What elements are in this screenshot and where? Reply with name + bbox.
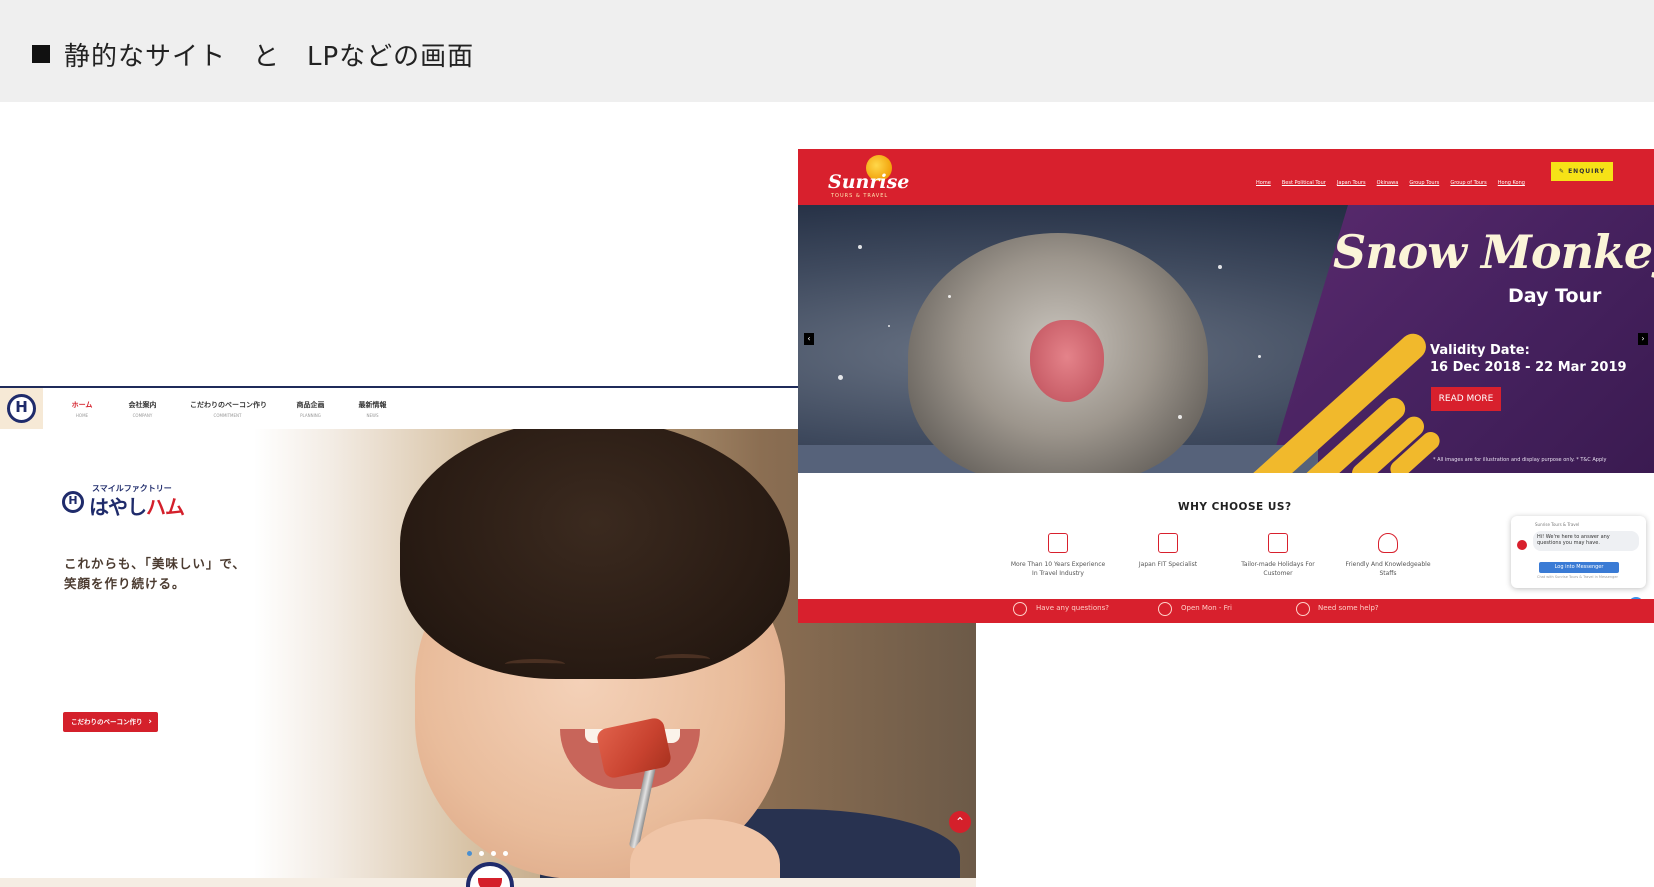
monkey-face-image <box>1030 320 1104 402</box>
snowflake <box>1218 265 1222 269</box>
footer-hours: Open Mon - Fri <box>1181 604 1232 612</box>
nav-link[interactable]: Best Political Tour <box>1282 180 1326 186</box>
read-more-button[interactable]: READ MORE <box>1431 387 1501 411</box>
nav-link[interactable]: Okinawa <box>1377 180 1399 186</box>
feature-tailor-made: Tailor-made Holidays For Customer <box>1228 533 1328 578</box>
snowflake <box>1178 415 1182 419</box>
nav-link[interactable]: Group of Tours <box>1450 180 1486 186</box>
chat-avatar <box>1517 540 1527 550</box>
child-photo-eye <box>655 654 710 664</box>
ham-navbar: H ホーム HOME 会社案内 COMPANY こだわりのベーコン作り COMMITM… <box>0 388 800 429</box>
commitment-cta-button[interactable]: こだわりのベーコン作り › <box>63 712 158 732</box>
page-title: 静的なサイト と LPなどの画面 <box>64 42 475 72</box>
messenger-chat-widget: Sunrise Tours & Travel Hi! We're here to… <box>1511 516 1646 588</box>
mail-icon <box>1296 602 1310 616</box>
footer-help[interactable]: Need some help? <box>1318 604 1379 612</box>
sun-nav-links: Home Best Political Tour Japan Tours Oki… <box>1256 169 1531 188</box>
snowflake <box>1258 355 1261 358</box>
sun-navbar: Sunrise TOURS & TRAVEL Home Best Politic… <box>798 149 1654 205</box>
child-photo-hair <box>400 429 790 679</box>
nav-link[interactable]: Home <box>1256 180 1271 186</box>
nav-item-home[interactable]: ホーム HOME <box>62 400 102 418</box>
ham-logo[interactable]: H <box>0 388 43 429</box>
snowflake <box>888 325 890 327</box>
back-to-top-button[interactable]: ⌃ <box>949 811 971 833</box>
sun-footer-bar: Have any questions? Open Mon - Fri Need … <box>798 599 1654 623</box>
snow-monkey-banner: Snow Monkey Day Tour Validity Date: 16 D… <box>798 205 1654 473</box>
banner-title: Snow Monkey <box>1333 225 1654 279</box>
square-bullet-icon <box>32 45 50 63</box>
h-logo-icon: H <box>7 394 36 423</box>
sunrise-logo[interactable]: Sunrise TOURS & TRAVEL <box>828 155 918 201</box>
why-choose-us-heading: WHY CHOOSE US? <box>1178 501 1292 513</box>
nav-item-planning[interactable]: 商品企画 PLANNING <box>288 400 333 418</box>
chat-message: Hi! We're here to answer any questions y… <box>1533 531 1639 551</box>
child-photo-eye <box>505 659 565 669</box>
h-logo-icon: H <box>62 491 84 513</box>
carousel-prev-icon[interactable]: ‹ <box>804 333 814 345</box>
nav-link[interactable]: Hong Kong <box>1498 180 1525 186</box>
snowflake <box>858 245 862 249</box>
banner-subtitle: Day Tour <box>1508 285 1602 307</box>
nav-item-news[interactable]: 最新情報 NEWS <box>350 400 395 418</box>
snowflake <box>838 375 843 380</box>
footer-questions[interactable]: Have any questions? <box>1036 604 1109 612</box>
feature-specialist: Japan FIT Specialist <box>1118 533 1218 569</box>
luggage-icon <box>1268 533 1288 553</box>
validity-label: Validity Date: <box>1430 343 1530 358</box>
feature-staff: Friendly And Knowledgeable Staffs <box>1338 533 1438 578</box>
sunrise-tours-screenshot: Sunrise TOURS & TRAVEL Home Best Politic… <box>798 149 1654 623</box>
phone-icon <box>1013 602 1027 616</box>
slider-dot[interactable] <box>503 851 508 856</box>
chevron-right-icon: › <box>148 717 152 727</box>
nav-link[interactable]: Group Tours <box>1409 180 1439 186</box>
slider-dot[interactable] <box>467 851 472 856</box>
slider-dot[interactable] <box>479 851 484 856</box>
carousel-next-icon[interactable]: › <box>1638 333 1648 345</box>
nav-link[interactable]: Japan Tours <box>1337 180 1366 186</box>
clock-icon <box>1158 602 1172 616</box>
nav-item-company[interactable]: 会社案内 COMPANY <box>120 400 165 418</box>
page-root: 静的なサイト と LPなどの画面 H ホーム HOME 会社案内 COMPANY こ… <box>0 0 1654 887</box>
page-header: 静的なサイト と LPなどの画面 <box>0 0 1654 102</box>
document-icon <box>1158 533 1178 553</box>
validity-dates: 16 Dec 2018 - 22 Mar 2019 <box>1430 360 1627 375</box>
feature-experience: More Than 10 Years Experience In Travel … <box>1008 533 1108 578</box>
banner-disclaimer: * All images are for illustration and di… <box>1433 457 1607 463</box>
slider-dot[interactable] <box>491 851 496 856</box>
snowflake <box>948 295 951 298</box>
enquiry-button[interactable]: ✎ ENQUIRY <box>1551 162 1613 181</box>
nav-item-commitment[interactable]: こだわりのベーコン作り COMMITMENT <box>190 400 267 418</box>
ham-tagline: これからも、「美味しい」で、 笑顔を作り続ける。 <box>64 556 246 591</box>
log-into-messenger-button[interactable]: Log into Messenger <box>1539 562 1619 573</box>
brand-name: はやしハム <box>89 495 185 519</box>
person-heart-icon <box>1378 533 1398 553</box>
map-icon <box>1048 533 1068 553</box>
